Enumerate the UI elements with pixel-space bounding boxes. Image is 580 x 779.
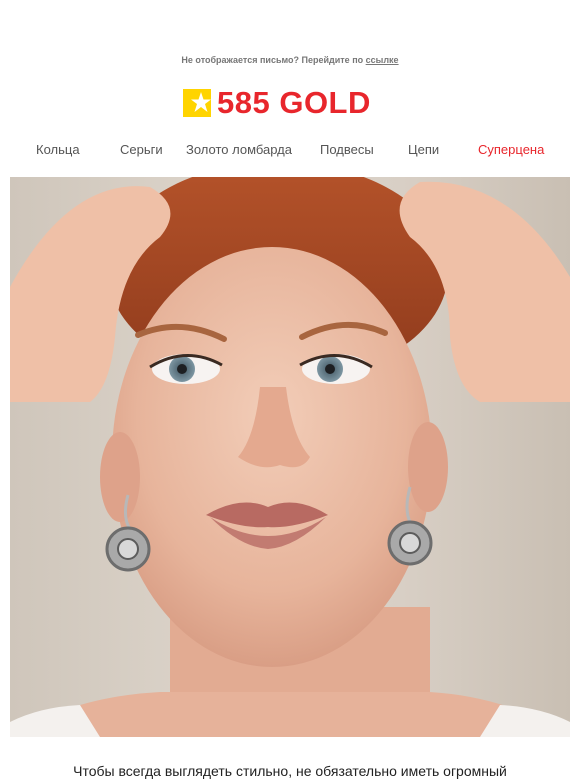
preheader-text: Не отображается письмо? Перейдите по	[181, 55, 364, 65]
hero-banner-image[interactable]	[10, 177, 570, 737]
model-portrait-illustration	[10, 177, 570, 737]
nav-item-pendants[interactable]: Подвесы	[320, 142, 374, 157]
intro-text: Чтобы всегда выглядеть стильно, не обяза…	[73, 763, 507, 779]
view-in-browser-link[interactable]: ссылке	[366, 55, 399, 65]
category-nav: Кольца Серьги Золото ломбарда Подвесы Це…	[0, 142, 580, 160]
star-logo-icon	[183, 89, 211, 117]
brand-name: 585 GOLD	[217, 85, 371, 120]
nav-item-pawnshop-gold[interactable]: Золото ломбарда	[186, 142, 292, 157]
nav-item-rings[interactable]: Кольца	[36, 142, 80, 157]
preheader: Не отображается письмо? Перейдите по ссы…	[0, 55, 580, 65]
nav-item-earrings[interactable]: Серьги	[120, 142, 163, 157]
nav-item-super-price[interactable]: Суперцена	[478, 142, 544, 157]
brand-logo[interactable]: 585 GOLD	[183, 86, 371, 120]
nav-item-chains[interactable]: Цепи	[408, 142, 439, 157]
